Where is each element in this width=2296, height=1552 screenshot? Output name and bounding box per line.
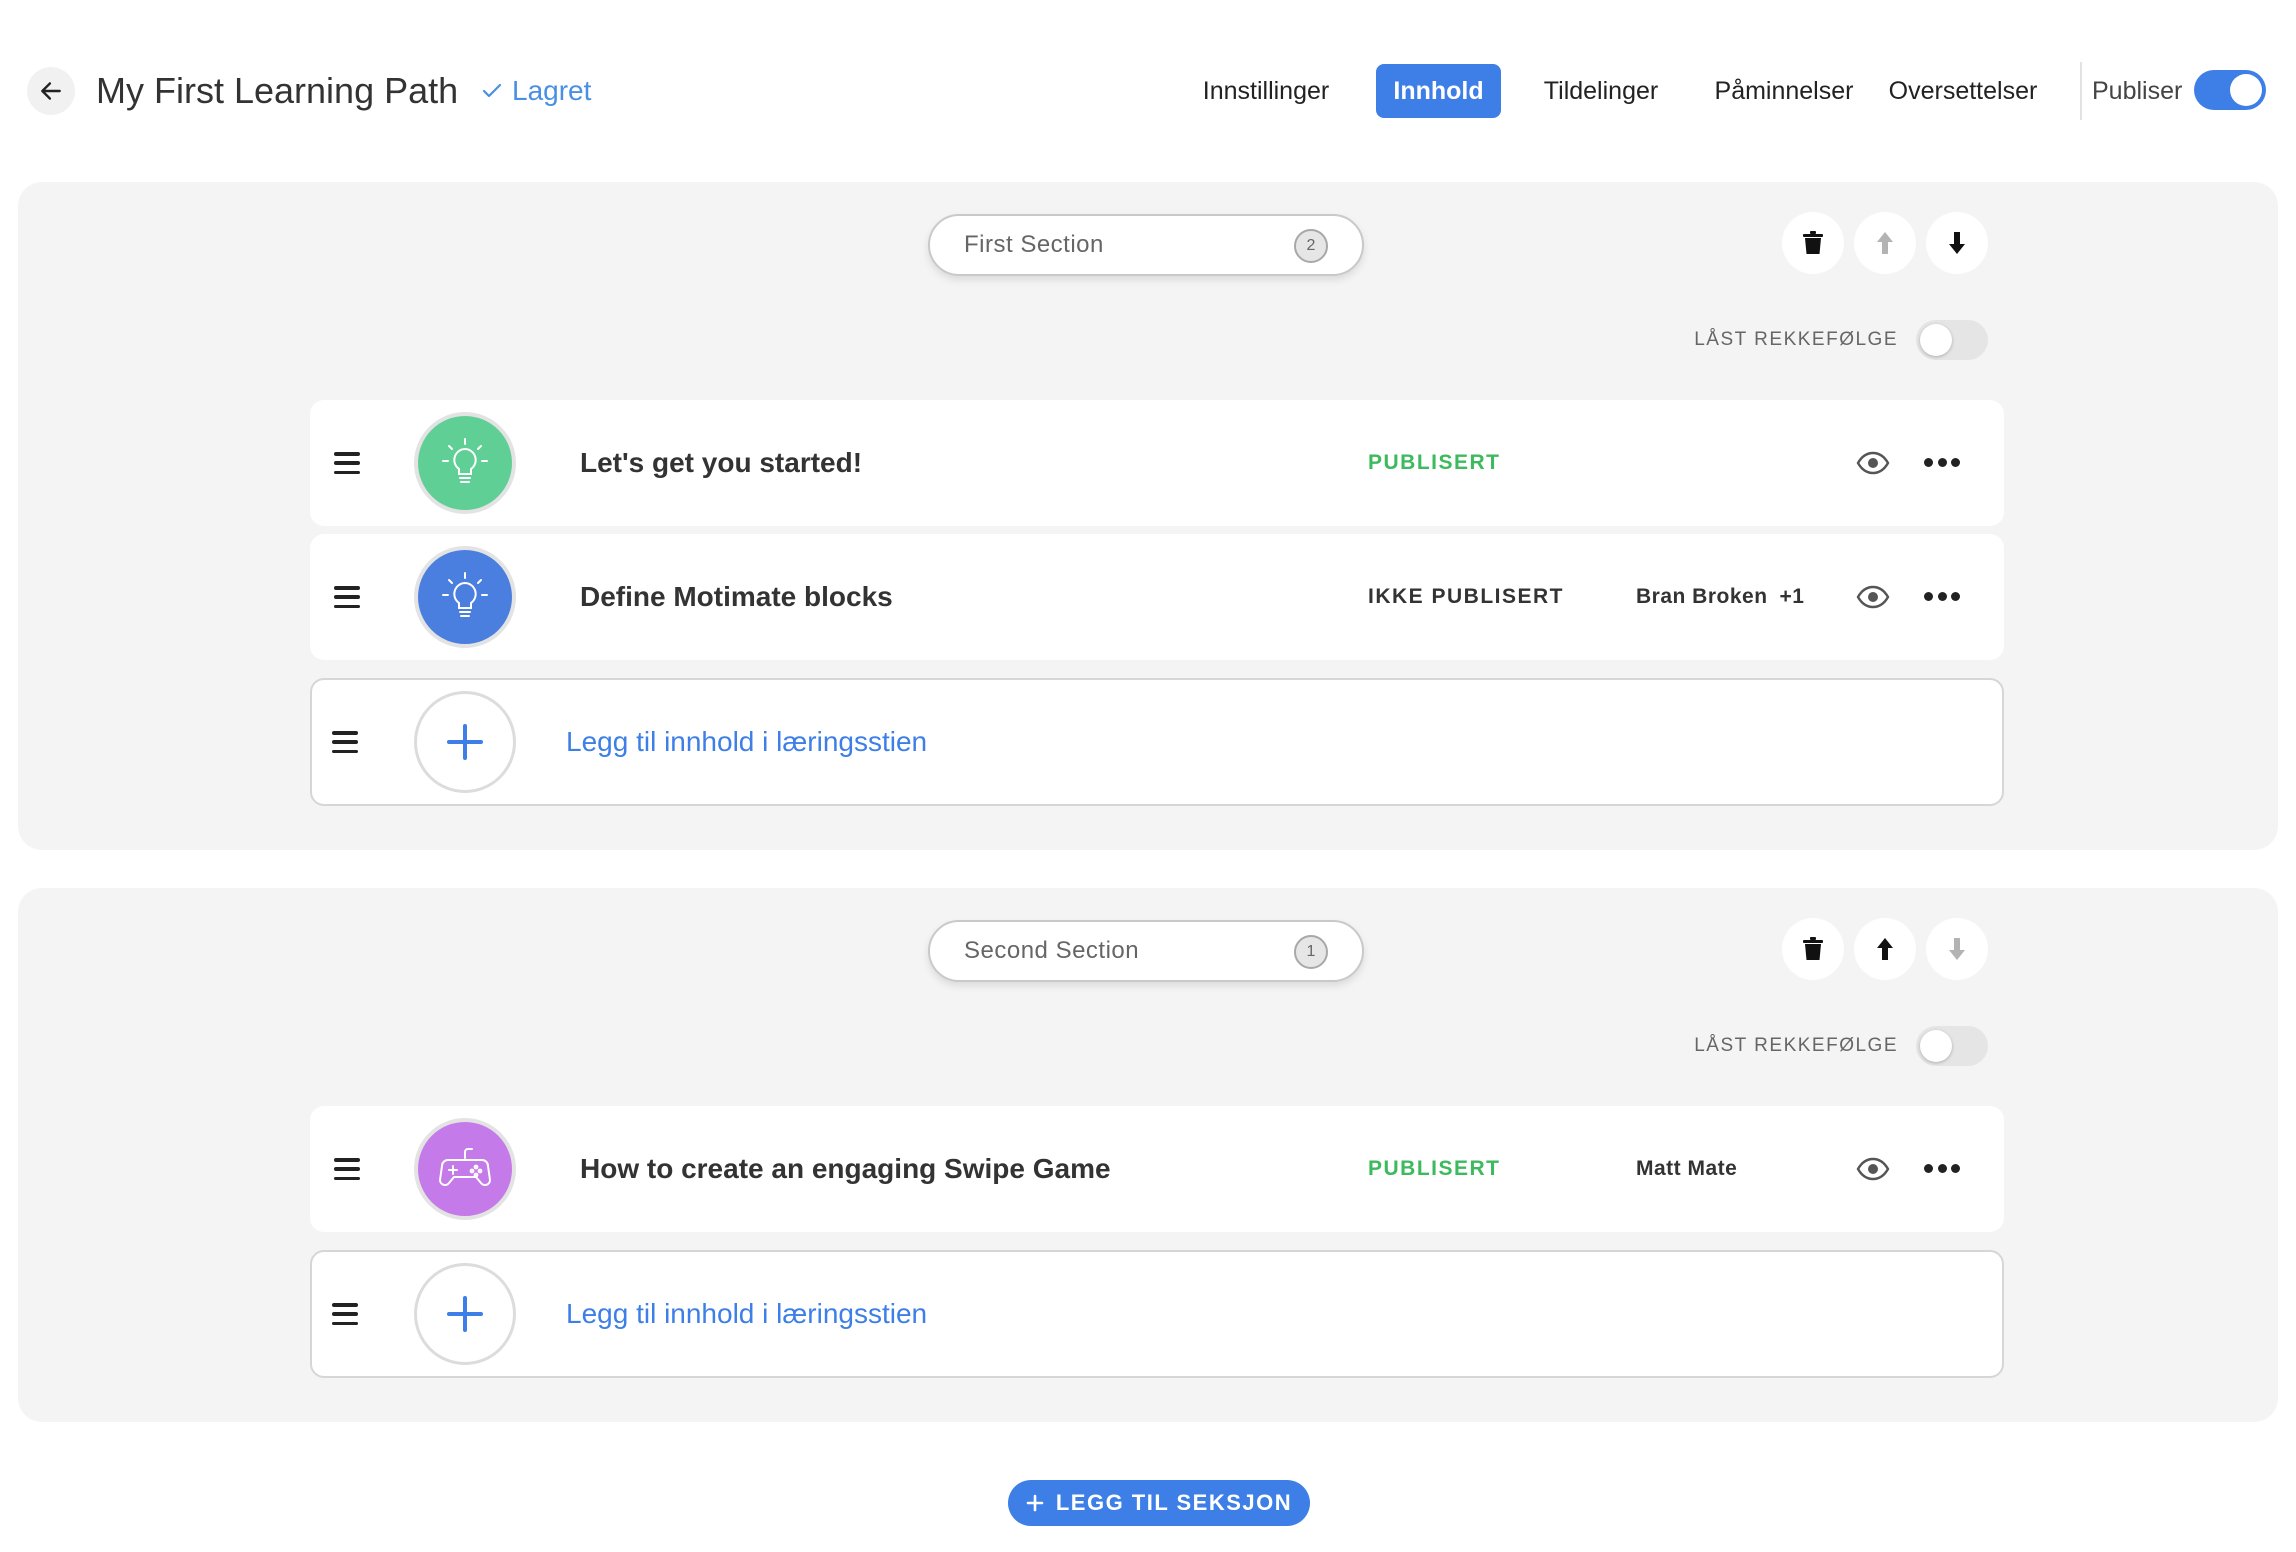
drag-handle-icon[interactable] <box>332 1299 358 1329</box>
section-item-count: 2 <box>1294 229 1328 263</box>
more-options-icon[interactable] <box>1924 1158 1960 1178</box>
move-section-down-button[interactable] <box>1926 918 1988 980</box>
content-item-title[interactable]: Let's get you started! <box>580 400 862 526</box>
add-content-link[interactable]: Legg til innhold i læringsstien <box>566 1252 927 1376</box>
move-section-up-button[interactable] <box>1854 212 1916 274</box>
tab-content[interactable]: Innhold <box>1376 64 1501 118</box>
header-divider <box>2080 62 2082 120</box>
content-item-title[interactable]: Define Motimate blocks <box>580 534 893 660</box>
drag-handle-icon[interactable] <box>334 582 360 612</box>
section-first: First Section 2 LÅST REKKEFØLGE Let's ge… <box>18 182 2278 850</box>
gamepad-icon <box>414 1118 516 1220</box>
lightbulb-icon <box>414 546 516 648</box>
arrow-left-icon <box>41 82 61 100</box>
locked-order-toggle[interactable] <box>1916 320 1988 360</box>
content-item-assignee: Bran Broken +1 <box>1636 534 1804 660</box>
content-item-status: IKKE PUBLISERT <box>1368 585 1565 608</box>
locked-order-row: LÅST REKKEFØLGE <box>1694 320 1988 360</box>
content-item-title[interactable]: How to create an engaging Swipe Game <box>580 1106 1111 1232</box>
page-title[interactable]: My First Learning Path <box>96 65 458 117</box>
back-button[interactable] <box>27 67 75 115</box>
tab-settings[interactable]: Innstillinger <box>1190 64 1342 118</box>
preview-eye-icon[interactable] <box>1856 582 1890 612</box>
section-name-field[interactable]: Second Section 1 <box>928 920 1364 982</box>
delete-section-button[interactable] <box>1782 212 1844 274</box>
saved-indicator: Lagret <box>482 73 591 109</box>
content-item-status: PUBLISERT <box>1368 451 1501 474</box>
content-item-row[interactable]: Define Motimate blocks IKKE PUBLISERT Br… <box>310 534 2004 660</box>
locked-order-toggle-knob <box>1920 1030 1952 1062</box>
trash-icon <box>1803 937 1823 960</box>
lightbulb-icon <box>414 412 516 514</box>
locked-order-toggle[interactable] <box>1916 1026 1988 1066</box>
delete-section-button[interactable] <box>1782 918 1844 980</box>
preview-eye-icon[interactable] <box>1856 448 1890 478</box>
content-item-status: PUBLISERT <box>1368 1157 1501 1180</box>
assignee-name: Matt Mate <box>1636 1157 1738 1180</box>
section-second: Second Section 1 LÅST REKKEFØLGE How to … <box>18 888 2278 1422</box>
tab-reminders[interactable]: Påminnelser <box>1700 64 1868 118</box>
more-options-icon[interactable] <box>1924 452 1960 472</box>
tab-assignments[interactable]: Tildelinger <box>1530 64 1672 118</box>
arrow-up-icon <box>1877 938 1893 960</box>
publish-toggle[interactable] <box>2194 70 2266 110</box>
move-section-up-button[interactable] <box>1854 918 1916 980</box>
locked-order-toggle-knob <box>1920 324 1952 356</box>
more-options-icon[interactable] <box>1924 586 1960 606</box>
content-item-row[interactable]: Let's get you started! PUBLISERT <box>310 400 2004 526</box>
content-item-row[interactable]: How to create an engaging Swipe Game PUB… <box>310 1106 2004 1232</box>
drag-handle-icon[interactable] <box>332 727 358 757</box>
plus-icon <box>1026 1494 1044 1512</box>
section-item-count: 1 <box>1294 935 1328 969</box>
assignee-name: Bran Broken <box>1636 585 1768 608</box>
section-name: First Section <box>964 231 1104 258</box>
preview-eye-icon[interactable] <box>1856 1154 1890 1184</box>
plus-icon[interactable] <box>414 1263 516 1365</box>
move-section-down-button[interactable] <box>1926 212 1988 274</box>
assignee-extra-count[interactable]: +1 <box>1780 585 1805 608</box>
add-content-row[interactable]: Legg til innhold i læringsstien <box>310 678 2004 806</box>
trash-icon <box>1803 231 1823 254</box>
arrow-down-icon <box>1949 938 1965 960</box>
add-content-link[interactable]: Legg til innhold i læringsstien <box>566 680 927 804</box>
add-section-button[interactable]: LEGG TIL SEKSJON <box>1008 1480 1310 1526</box>
locked-order-label: LÅST REKKEFØLGE <box>1694 1035 1898 1056</box>
arrow-down-icon <box>1949 232 1965 254</box>
publish-label: Publiser <box>2092 77 2183 105</box>
drag-handle-icon[interactable] <box>334 1154 360 1184</box>
content-item-assignee: Matt Mate <box>1636 1106 1737 1232</box>
arrow-up-icon <box>1877 232 1893 254</box>
top-bar: My First Learning Path Lagret Innstillin… <box>0 0 2296 180</box>
publish-toggle-knob <box>2230 74 2262 106</box>
locked-order-label: LÅST REKKEFØLGE <box>1694 329 1898 350</box>
add-content-row[interactable]: Legg til innhold i læringsstien <box>310 1250 2004 1378</box>
plus-icon[interactable] <box>414 691 516 793</box>
drag-handle-icon[interactable] <box>334 448 360 478</box>
add-section-label: LEGG TIL SEKSJON <box>1055 1490 1293 1515</box>
saved-label: Lagret <box>512 75 592 106</box>
section-name: Second Section <box>964 937 1140 964</box>
locked-order-row: LÅST REKKEFØLGE <box>1694 1026 1988 1066</box>
check-icon <box>482 83 502 98</box>
tab-translations[interactable]: Oversettelser <box>1880 64 2046 118</box>
section-name-field[interactable]: First Section 2 <box>928 214 1364 276</box>
